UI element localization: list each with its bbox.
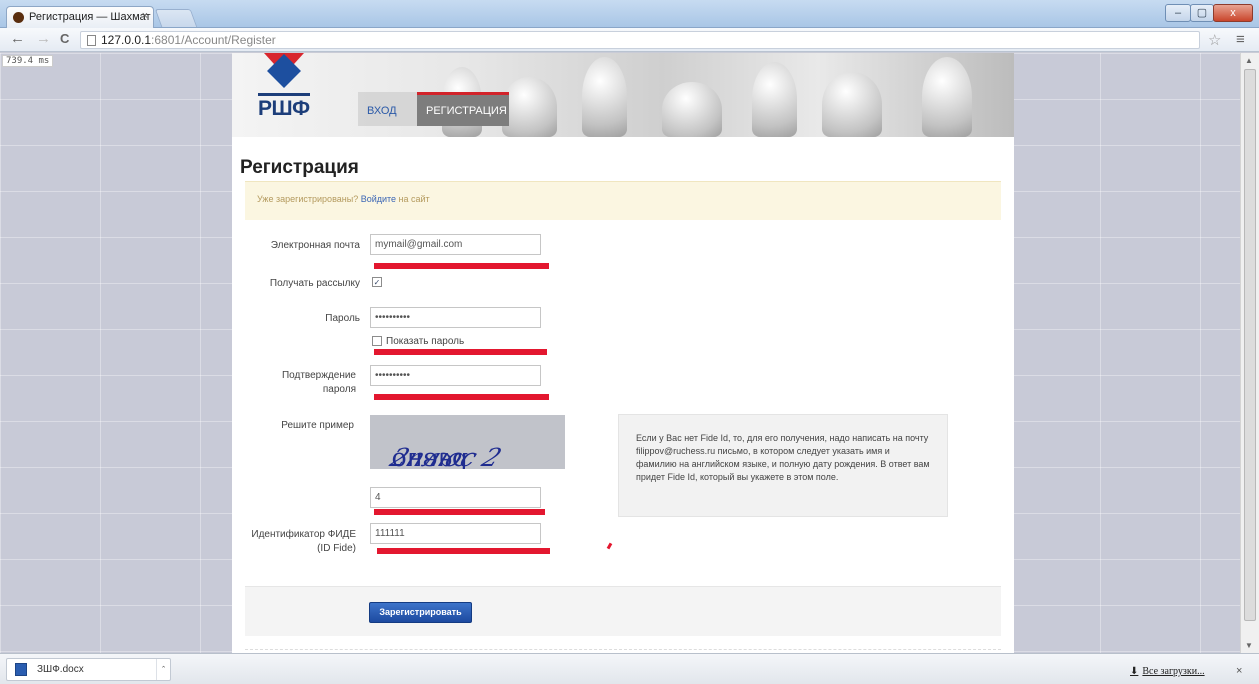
scroll-up-arrow-icon[interactable]: ▲ <box>1245 56 1253 65</box>
reload-icon[interactable]: C <box>60 31 69 47</box>
chess-piece-image <box>582 57 627 137</box>
red-highlight-mark <box>374 263 549 269</box>
download-bar: ЗШФ.docx ⌃ ⬇ Все загрузки... × <box>0 653 1259 684</box>
forward-arrow-icon[interactable]: → <box>36 31 51 47</box>
page-viewport: 739.4 ms РШФ Вход Регистрация Регистраци… <box>0 53 1240 653</box>
fide-id-label: Идентификатор ФИДЕ (ID Fide) <box>242 528 356 556</box>
newsletter-label: Получать рассылку <box>269 278 360 289</box>
word-document-icon <box>15 663 27 676</box>
fide-id-field[interactable]: 111111 <box>370 523 541 544</box>
chess-piece-image <box>822 72 882 137</box>
all-downloads-text: Все загрузки... <box>1142 666 1205 677</box>
window-title-blur <box>560 8 720 20</box>
email-field[interactable]: mymail@gmail.com <box>370 234 541 255</box>
window-close-button[interactable]: x <box>1213 4 1253 22</box>
download-arrow-icon: ⬇ <box>1130 666 1139 677</box>
back-arrow-icon[interactable]: ← <box>10 31 25 47</box>
form-footer: Зарегистрировать <box>245 586 1001 636</box>
red-highlight-mark <box>374 349 547 355</box>
browser-tab[interactable]: Регистрация — Шахмат × <box>6 6 154 28</box>
newsletter-checkbox[interactable]: ✓ <box>372 277 382 287</box>
password-field[interactable]: •••••••••• <box>370 307 541 328</box>
nav-register-link[interactable]: Регистрация <box>417 92 509 126</box>
fide-label-line2: (ID Fide) <box>317 543 356 554</box>
confirm-password-field[interactable]: •••••••••• <box>370 365 541 386</box>
captcha-label: Решите пример <box>281 420 354 431</box>
url-path: :6801/Account/Register <box>151 33 276 47</box>
browser-toolbar: ← → C 127.0.0.1:6801/Account/Register <box>0 28 1259 52</box>
captcha-answer-field[interactable]: 4 <box>370 487 541 508</box>
bookmark-star-icon[interactable]: ☆ <box>1208 31 1221 49</box>
nav-login-link[interactable]: Вход <box>358 92 418 126</box>
confirm-label-line1: Подтверждение <box>281 370 356 381</box>
download-item[interactable]: ЗШФ.docx ⌃ <box>6 658 171 681</box>
notice-prefix: Уже зарегистрированы? <box>257 194 361 204</box>
new-tab-button[interactable] <box>154 9 198 27</box>
page-container: РШФ Вход Регистрация Регистрация Уже зар… <box>232 53 1014 653</box>
login-link[interactable]: Войдите <box>361 194 396 204</box>
minimize-button[interactable]: – <box>1165 4 1191 22</box>
chess-piece-image <box>502 77 557 137</box>
site-header: РШФ Вход Регистрация <box>232 53 1014 137</box>
captcha-image: 2плюс 2 равно <box>370 415 565 469</box>
address-bar[interactable]: 127.0.0.1:6801/Account/Register <box>80 31 1200 49</box>
page-title: Регистрация <box>240 157 359 178</box>
download-bar-close-icon[interactable]: × <box>1236 665 1242 677</box>
site-logo-text[interactable]: РШФ <box>258 93 310 121</box>
site-favicon-icon <box>13 12 24 23</box>
window-titlebar: Регистрация — Шахмат × – ▢ x <box>0 0 1259 28</box>
vertical-scrollbar[interactable]: ▲ ▼ <box>1240 53 1259 653</box>
all-downloads-link[interactable]: ⬇ Все загрузки... <box>1130 666 1205 677</box>
password-label: Пароль <box>325 313 360 324</box>
red-stray-mark <box>606 542 613 550</box>
captcha-text-mirrored: равно <box>388 443 473 469</box>
fide-label-line1: Идентификатор ФИДЕ <box>251 529 356 540</box>
scroll-down-arrow-icon[interactable]: ▼ <box>1245 641 1253 650</box>
confirm-password-label: Подтверждение пароля <box>242 369 356 397</box>
page-icon <box>87 35 96 46</box>
red-highlight-mark <box>374 509 545 515</box>
tab-close-icon[interactable]: × <box>142 10 148 22</box>
email-label: Электронная почта <box>270 240 360 251</box>
confirm-label-line2: пароля <box>322 384 356 395</box>
red-highlight-mark <box>377 548 550 554</box>
site-logo-icon[interactable] <box>260 53 308 88</box>
show-password-checkbox[interactable] <box>372 336 382 346</box>
divider <box>245 649 1001 650</box>
already-registered-notice: Уже зарегистрированы? Войдите на сайт <box>245 181 1001 220</box>
download-menu-chevron-icon[interactable]: ⌃ <box>156 659 170 680</box>
chess-piece-image <box>662 82 722 137</box>
maximize-button[interactable]: ▢ <box>1190 4 1214 22</box>
url-host: 127.0.0.1 <box>101 33 152 47</box>
notice-suffix: на сайт <box>396 194 430 204</box>
browser-menu-icon[interactable]: ≡ <box>1236 31 1245 48</box>
show-password-label[interactable]: Показать пароль <box>386 336 464 347</box>
chess-piece-image <box>922 57 972 137</box>
fide-help-box: Если у Вас нет Fide Id, то, для его полу… <box>618 414 948 517</box>
scrollbar-thumb[interactable] <box>1244 69 1256 621</box>
download-file-name: ЗШФ.docx <box>37 664 84 675</box>
chess-piece-image <box>752 62 797 137</box>
tab-title: Регистрация — Шахмат <box>29 11 151 23</box>
register-button[interactable]: Зарегистрировать <box>369 602 472 623</box>
render-timing: 739.4 ms <box>2 55 54 67</box>
red-highlight-mark <box>374 394 549 400</box>
